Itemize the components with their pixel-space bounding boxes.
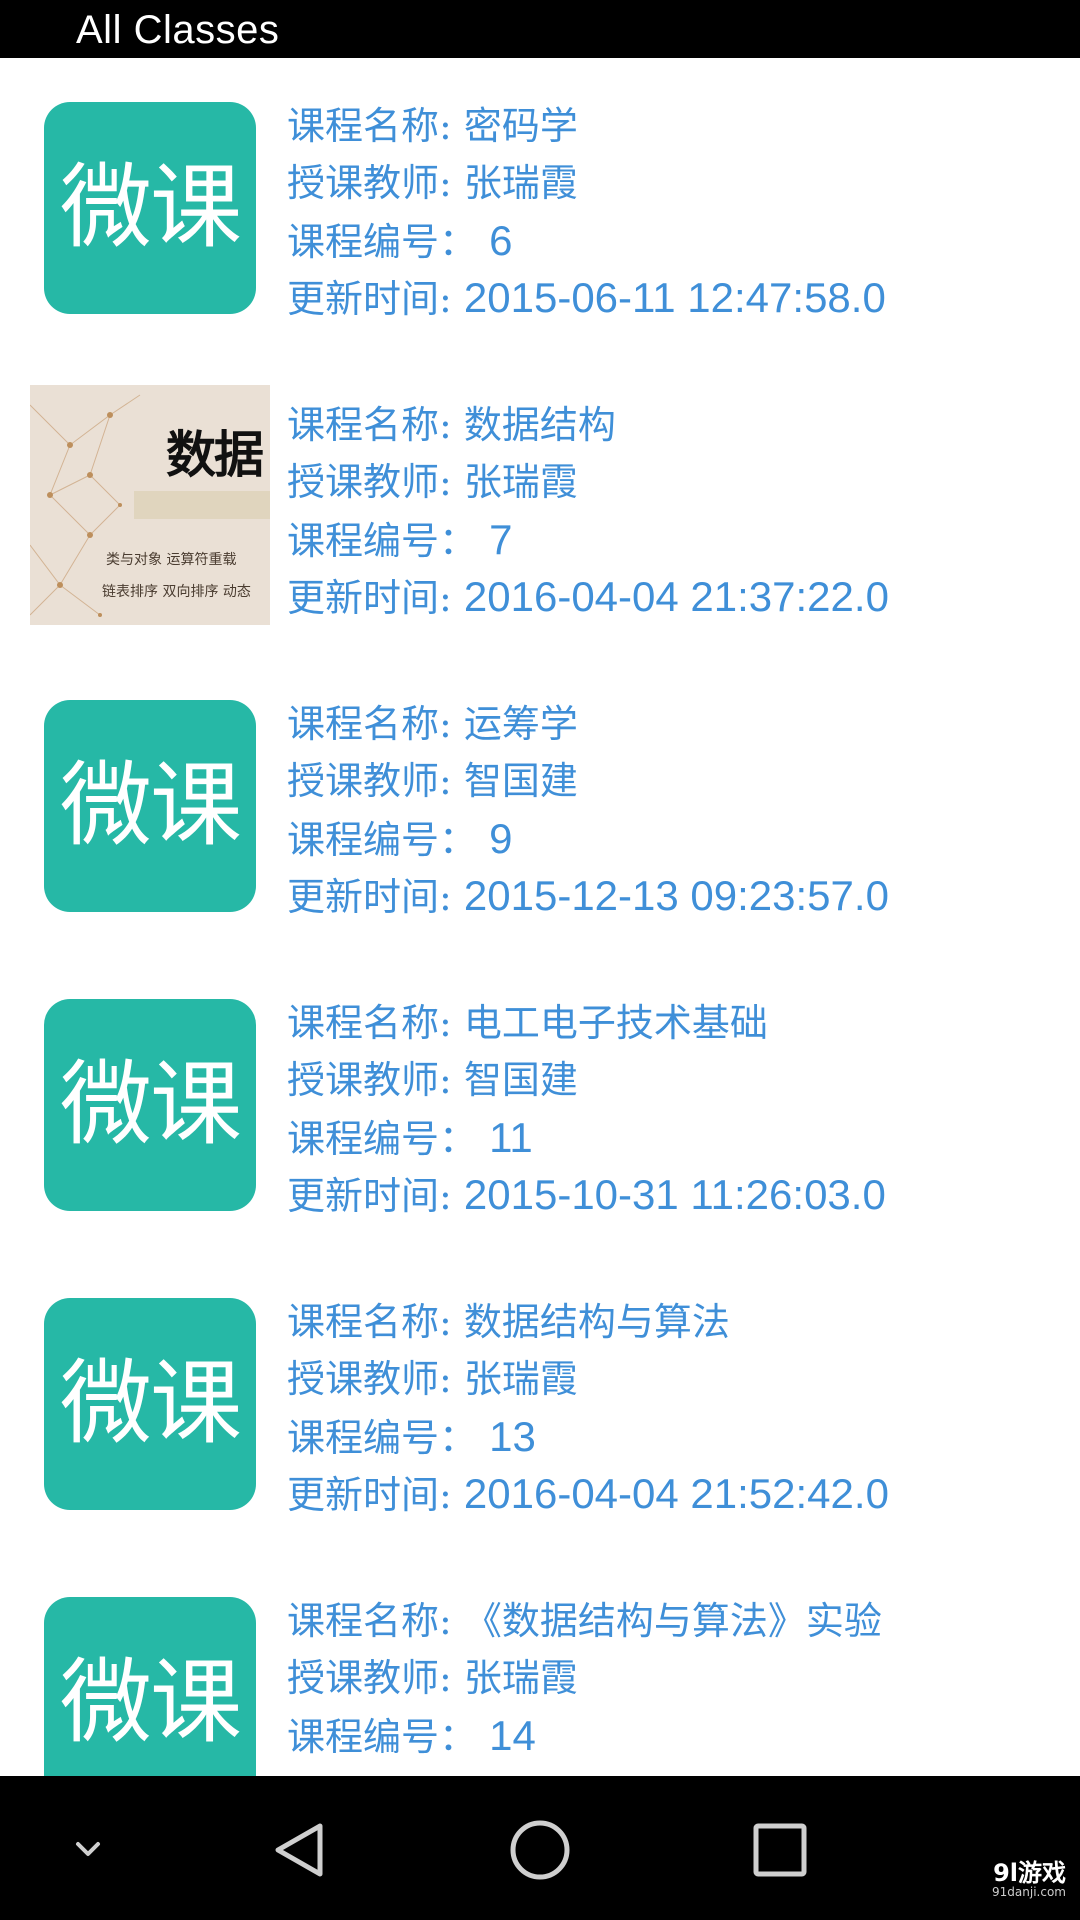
course-name-label: 课程名称: <box>287 403 452 447</box>
course-id: 7 <box>489 516 513 563</box>
home-icon[interactable] <box>508 1818 572 1882</box>
course-thumbnail: 微课 <box>44 1298 256 1510</box>
course-meta: 课程名称: 数据结构与算法 授课教师: 张瑞霞 课程编号： 13 更新时间: 2… <box>287 1294 889 1522</box>
recents-icon[interactable] <box>752 1822 808 1878</box>
updated-label: 更新时间: <box>287 277 452 321</box>
updated-time: 2016-04-04 21:37:22.0 <box>463 573 889 620</box>
course-list[interactable]: 微课 课程名称: 密码学 授课教师: 张瑞霞 课程编号： 6 更新时间: 201… <box>0 58 1080 1776</box>
updated-label: 更新时间: <box>287 1473 452 1517</box>
page-title: All Classes <box>76 8 280 52</box>
navigation-bar: 9l游戏 91danji.com <box>0 1776 1080 1920</box>
course-id-label: 课程编号： <box>287 1416 478 1460</box>
updated-label: 更新时间: <box>287 1174 452 1218</box>
thumbnail-strip <box>134 491 270 519</box>
app-bar: All Classes <box>0 0 1080 58</box>
course-id-label: 课程编号： <box>287 220 478 264</box>
thumbnail-label: 微课 <box>59 1649 242 1756</box>
teacher-name: 智国建 <box>463 759 578 803</box>
course-name: 数据结构 <box>463 403 616 447</box>
updated-label: 更新时间: <box>287 576 452 620</box>
course-name: 数据结构与算法 <box>463 1300 730 1344</box>
course-name: 电工电子技术基础 <box>463 1001 768 1045</box>
course-meta: 课程名称: 运筹学 授课教师: 智国建 课程编号： 9 更新时间: 2015-1… <box>287 696 889 924</box>
thumbnail-label: 微课 <box>59 1051 242 1158</box>
back-icon[interactable] <box>272 1820 328 1880</box>
course-thumbnail: 数据 类与对象 运算符重载 链表排序 双向排序 动态 <box>30 385 270 625</box>
thumbnail-caption: 类与对象 运算符重载 <box>106 552 237 568</box>
teacher-label: 授课教师: <box>287 460 452 504</box>
thumbnail-caption: 链表排序 双向排序 动态 <box>102 584 251 600</box>
course-id: 11 <box>489 1114 533 1161</box>
course-id-label: 课程编号： <box>287 519 478 563</box>
thumbnail-label: 微课 <box>59 1350 242 1457</box>
updated-time: 2015-06-11 12:47:58.0 <box>463 274 886 321</box>
updated-time: 2016-04-04 21:52:42.0 <box>463 1470 889 1517</box>
thumbnail-label: 微课 <box>59 752 242 859</box>
list-item[interactable]: 微课 课程名称: 运筹学 授课教师: 智国建 课程编号： 9 更新时间: 201… <box>0 656 1080 955</box>
course-name-label: 课程名称: <box>287 1300 452 1344</box>
course-id-label: 课程编号： <box>287 1715 478 1759</box>
course-id: 9 <box>489 815 513 862</box>
course-thumbnail: 微课 <box>44 1597 256 1776</box>
teacher-name: 张瑞霞 <box>463 161 578 205</box>
course-thumbnail: 微课 <box>44 102 256 314</box>
updated-label: 更新时间: <box>287 875 452 919</box>
course-id: 6 <box>489 217 513 264</box>
thumbnail-label: 微课 <box>59 154 242 261</box>
course-name-label: 课程名称: <box>287 1599 452 1643</box>
course-meta: 课程名称: 电工电子技术基础 授课教师: 智国建 课程编号： 11 更新时间: … <box>287 995 886 1223</box>
watermark-brand: 9l游戏 <box>993 1859 1066 1887</box>
course-thumbnail: 微课 <box>44 700 256 912</box>
course-thumbnail: 微课 <box>44 999 256 1211</box>
teacher-name: 张瑞霞 <box>463 1357 578 1401</box>
course-meta: 课程名称: 密码学 授课教师: 张瑞霞 课程编号： 6 更新时间: 2015-0… <box>287 98 886 326</box>
teacher-label: 授课教师: <box>287 759 452 803</box>
list-item[interactable]: 微课 课程名称: 《数据结构与算法》实验 授课教师: 张瑞霞 课程编号： 14 <box>0 1553 1080 1776</box>
course-name-label: 课程名称: <box>287 104 452 148</box>
watermark-url: 91danji.com <box>992 1885 1066 1900</box>
list-item[interactable]: 微课 课程名称: 电工电子技术基础 授课教师: 智国建 课程编号： 11 更新时… <box>0 955 1080 1254</box>
course-meta: 课程名称: 数据结构 授课教师: 张瑞霞 课程编号： 7 更新时间: 2016-… <box>287 397 889 625</box>
course-name-label: 课程名称: <box>287 1001 452 1045</box>
list-item[interactable]: 微课 课程名称: 密码学 授课教师: 张瑞霞 课程编号： 6 更新时间: 201… <box>0 58 1080 357</box>
course-id-label: 课程编号： <box>287 818 478 862</box>
teacher-label: 授课教师: <box>287 1058 452 1102</box>
teacher-name: 张瑞霞 <box>463 460 578 504</box>
updated-time: 2015-12-13 09:23:57.0 <box>463 872 889 919</box>
thumbnail-title: 数据 <box>166 426 264 484</box>
teacher-name: 智国建 <box>463 1058 578 1102</box>
course-name-label: 课程名称: <box>287 702 452 746</box>
course-id: 14 <box>489 1712 536 1759</box>
course-id: 13 <box>489 1413 536 1460</box>
teacher-label: 授课教师: <box>287 161 452 205</box>
course-name: 密码学 <box>463 104 578 148</box>
list-item[interactable]: 微课 课程名称: 数据结构与算法 授课教师: 张瑞霞 课程编号： 13 更新时间… <box>0 1254 1080 1553</box>
teacher-name: 张瑞霞 <box>463 1656 578 1700</box>
course-name: 运筹学 <box>463 702 578 746</box>
teacher-label: 授课教师: <box>287 1357 452 1401</box>
course-name: 《数据结构与算法》实验 <box>463 1599 882 1643</box>
list-item[interactable]: 数据 类与对象 运算符重载 链表排序 双向排序 动态 课程名称: 数据结构 授课… <box>0 357 1080 656</box>
course-id-label: 课程编号： <box>287 1117 478 1161</box>
watermark: 9l游戏 91danji.com <box>992 1860 1066 1900</box>
course-meta: 课程名称: 《数据结构与算法》实验 授课教师: 张瑞霞 课程编号： 14 <box>287 1593 882 1764</box>
updated-time: 2015-10-31 11:26:03.0 <box>463 1171 886 1218</box>
chevron-down-icon[interactable] <box>72 1832 104 1864</box>
teacher-label: 授课教师: <box>287 1656 452 1700</box>
